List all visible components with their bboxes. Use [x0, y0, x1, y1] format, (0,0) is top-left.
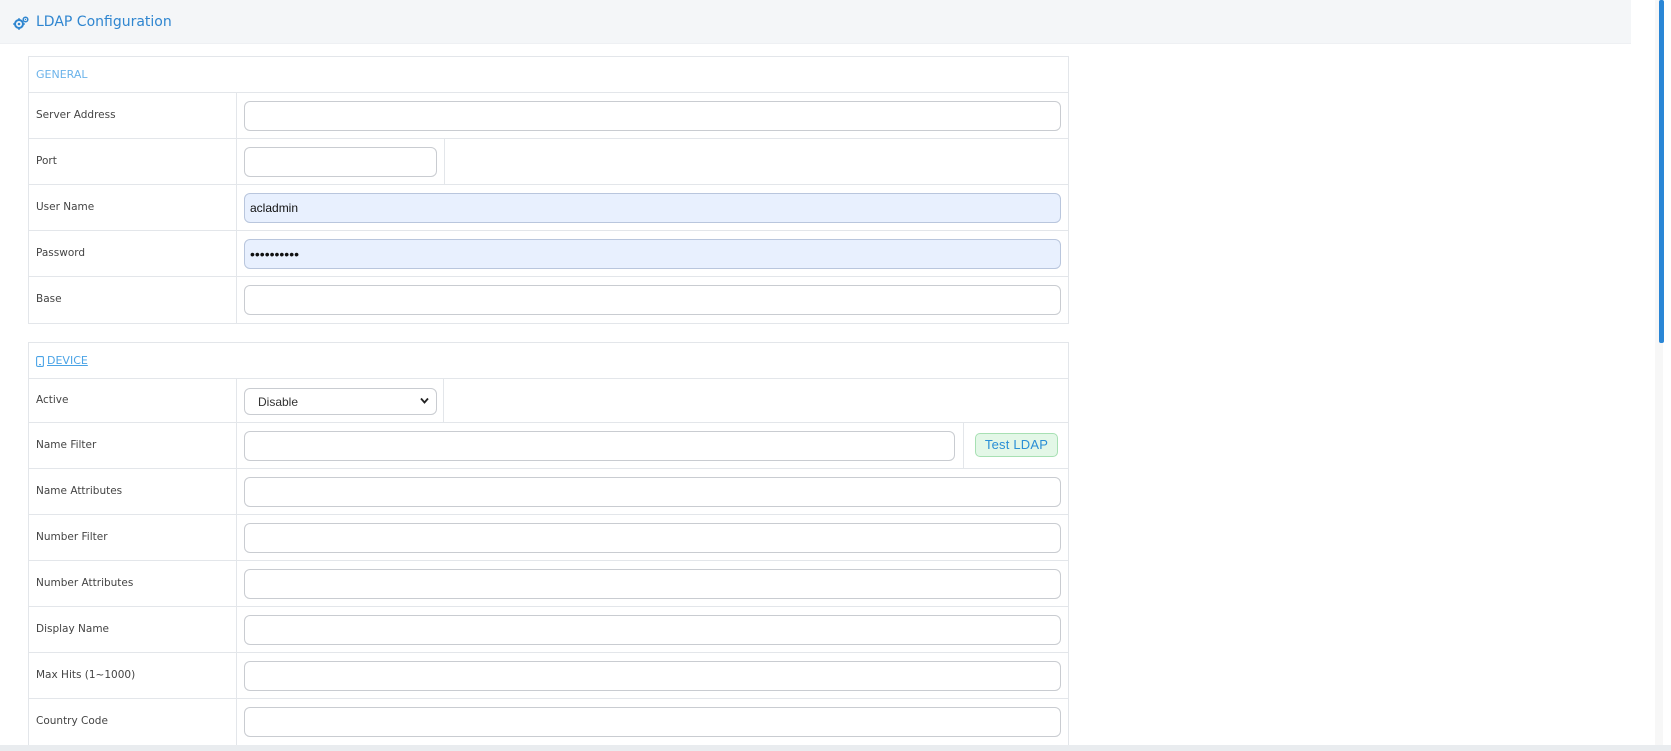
name-attributes-label: Name Attributes — [36, 485, 123, 497]
divider — [443, 379, 444, 422]
divider — [236, 469, 237, 514]
port-input[interactable] — [244, 147, 437, 177]
divider — [236, 515, 237, 560]
bottom-edge — [0, 745, 1671, 751]
max-hits-label: Max Hits (1~1000) — [36, 669, 136, 681]
divider — [963, 423, 964, 468]
max-hits-row: Max Hits (1~1000) — [29, 653, 1068, 699]
divider — [236, 561, 237, 606]
user-name-row: User Name — [29, 185, 1068, 231]
display-name-label: Display Name — [36, 623, 110, 635]
active-label: Active — [36, 394, 69, 406]
divider — [236, 379, 237, 422]
number-attributes-row: Number Attributes — [29, 561, 1068, 607]
display-name-input[interactable] — [244, 615, 1061, 645]
password-row: Password — [29, 231, 1068, 277]
name-filter-input[interactable] — [244, 431, 955, 461]
name-filter-row: Name Filter Test LDAP — [29, 423, 1068, 469]
device-section-label: DEVICE — [47, 354, 88, 367]
server-address-label: Server Address — [36, 109, 116, 121]
country-code-input[interactable] — [244, 707, 1061, 737]
chevron-down-icon — [420, 397, 429, 404]
page-header: LDAP Configuration — [0, 0, 1631, 44]
divider — [444, 139, 445, 184]
divider — [236, 423, 237, 468]
port-label: Port — [36, 155, 57, 167]
active-row: Active Disable — [29, 379, 1068, 423]
divider — [236, 653, 237, 698]
base-label: Base — [36, 293, 62, 305]
name-attributes-input[interactable] — [244, 477, 1061, 507]
password-label: Password — [36, 247, 86, 259]
mobile-device-icon — [36, 355, 44, 367]
divider — [236, 607, 237, 652]
divider — [236, 185, 237, 230]
divider — [236, 93, 237, 138]
divider — [236, 139, 237, 184]
number-attributes-label: Number Attributes — [36, 577, 134, 589]
page: LDAP Configuration GENERAL Server Addres… — [0, 0, 1631, 748]
number-filter-input[interactable] — [244, 523, 1061, 553]
display-name-row: Display Name — [29, 607, 1068, 653]
divider — [236, 699, 237, 745]
active-select-value: Disable — [258, 395, 299, 409]
gears-icon — [13, 16, 29, 30]
active-select[interactable]: Disable — [244, 388, 437, 415]
max-hits-input[interactable] — [244, 661, 1061, 691]
name-filter-label: Name Filter — [36, 439, 97, 451]
device-panel: DEVICE Active Disable Name Filter Test L… — [28, 342, 1069, 748]
port-row: Port — [29, 139, 1068, 185]
base-input[interactable] — [244, 285, 1061, 315]
base-row: Base — [29, 277, 1068, 323]
user-name-label: User Name — [36, 201, 95, 213]
general-section-title: GENERAL — [29, 57, 1068, 93]
server-address-input[interactable] — [244, 101, 1061, 131]
number-filter-row: Number Filter — [29, 515, 1068, 561]
divider — [236, 231, 237, 276]
divider — [236, 277, 237, 323]
user-name-input[interactable] — [244, 193, 1061, 223]
server-address-row: Server Address — [29, 93, 1068, 139]
country-code-row: Country Code — [29, 699, 1068, 745]
password-input[interactable] — [244, 239, 1061, 269]
page-title: LDAP Configuration — [36, 14, 172, 30]
scrollbar-thumb[interactable] — [1659, 0, 1664, 343]
test-ldap-button[interactable]: Test LDAP — [975, 433, 1058, 457]
name-attributes-row: Name Attributes — [29, 469, 1068, 515]
number-filter-label: Number Filter — [36, 531, 108, 543]
general-panel: GENERAL Server Address Port User Name Pa… — [28, 56, 1069, 324]
number-attributes-input[interactable] — [244, 569, 1061, 599]
country-code-label: Country Code — [36, 715, 108, 727]
device-section-title[interactable]: DEVICE — [29, 343, 1068, 379]
